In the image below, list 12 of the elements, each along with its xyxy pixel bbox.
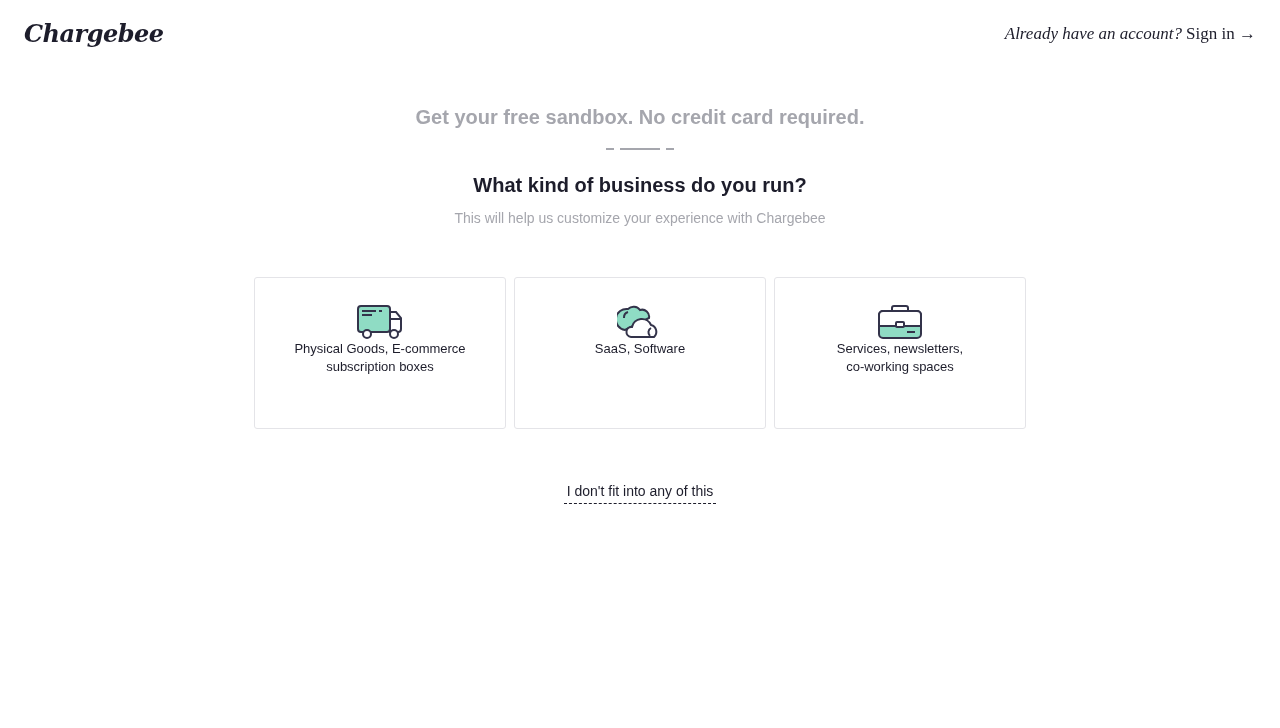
business-option-card[interactable]: Physical Goods, E-commerce subscription boxes (254, 277, 506, 429)
account-prompt: Already have an account? (1004, 23, 1183, 46)
subtitle: This will help us customize your experience with Chargebee (454, 209, 826, 228)
briefcase-icon (877, 304, 923, 340)
business-option-card[interactable]: Services, newsletters, co-working spaces (774, 277, 1026, 429)
skip-link[interactable]: I don't fit into any of this (563, 481, 717, 504)
truck-icon (357, 304, 403, 340)
headline: Get your free sandbox. No credit card required. (415, 105, 865, 130)
business-option-card[interactable]: SaaS, Software (514, 277, 766, 429)
question-heading: What kind of business do you run? (473, 173, 807, 198)
logo: Chargebee (24, 18, 164, 50)
sign-in-link[interactable]: Sign in → (1186, 21, 1256, 47)
